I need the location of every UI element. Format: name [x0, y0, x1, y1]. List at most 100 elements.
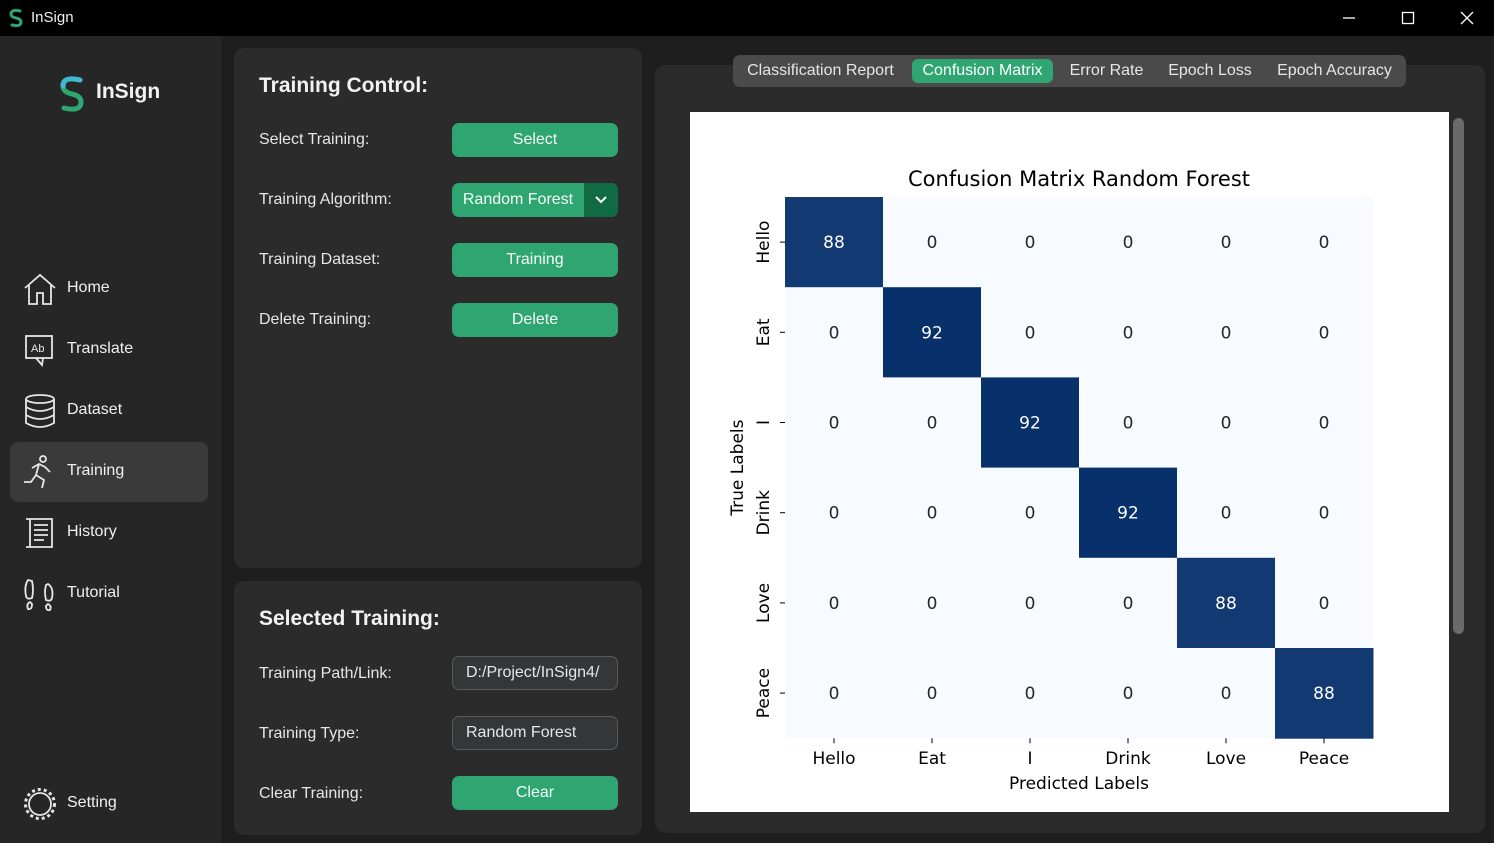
- cell-value-label: 0: [1221, 414, 1232, 434]
- cell-value-label: 0: [1025, 323, 1036, 343]
- y-tick-label: Peace: [754, 668, 774, 718]
- cell-value-label: 0: [829, 504, 840, 524]
- chevron-down-icon: [595, 196, 607, 204]
- y-tick-label: Love: [754, 583, 774, 623]
- sidebar-item-label: Dataset: [67, 401, 123, 418]
- cell-value-label: 0: [1025, 594, 1036, 614]
- close-button[interactable]: [1438, 0, 1494, 36]
- svg-text:Ab: Ab: [31, 343, 44, 355]
- y-tick-label: Eat: [754, 318, 774, 346]
- sidebar-item-translate[interactable]: Ab Translate: [10, 320, 208, 380]
- results-tabbar: Classification Report Confusion Matrix E…: [733, 55, 1406, 87]
- training-path-field[interactable]: D:/Project/InSign4/: [452, 656, 618, 690]
- sidebar-item-label: Training: [67, 462, 125, 479]
- delete-training-label: Delete Training:: [259, 311, 372, 328]
- minimize-button[interactable]: [1320, 0, 1378, 36]
- maximize-button[interactable]: [1379, 0, 1437, 36]
- select-button[interactable]: Select: [452, 123, 618, 157]
- home-icon: [24, 273, 56, 305]
- algorithm-selected-value: Random Forest: [462, 191, 574, 208]
- training-path-label: Training Path/Link:: [259, 665, 392, 682]
- sidebar-item-label: Translate: [67, 340, 134, 357]
- cell-value-label: 88: [1215, 594, 1237, 614]
- cell-value-label: 0: [927, 684, 938, 704]
- sidebar-item-history[interactable]: History: [10, 503, 208, 563]
- tab-epoch-loss[interactable]: Epoch Loss: [1162, 59, 1258, 83]
- cell-value-label: 0: [1025, 684, 1036, 704]
- cell-value-label: 0: [927, 233, 938, 253]
- cell-value-label: 0: [927, 504, 938, 524]
- tab-error-rate[interactable]: Error Rate: [1063, 59, 1150, 83]
- delete-button[interactable]: Delete: [452, 303, 618, 337]
- cell-value-label: 0: [829, 414, 840, 434]
- sidebar-item-tutorial[interactable]: Tutorial: [10, 564, 208, 624]
- cell-value-label: 92: [1117, 504, 1139, 524]
- sidebar-item-label: Home: [67, 279, 110, 296]
- panel-title: Training Control:: [259, 74, 429, 97]
- sidebar-item-setting[interactable]: Setting: [10, 774, 208, 834]
- x-axis-label: Predicted Labels: [1009, 774, 1149, 794]
- sidebar: InSign Home Ab Translate Dataset Trainin…: [0, 36, 221, 843]
- minimize-icon: [1343, 17, 1355, 19]
- running-icon: [24, 455, 51, 489]
- maximize-icon: [1401, 11, 1415, 25]
- title-bar: InSign: [0, 0, 1494, 36]
- cell-value-label: 88: [1313, 684, 1335, 704]
- sidebar-item-dataset[interactable]: Dataset: [10, 381, 208, 441]
- database-icon: [25, 394, 55, 428]
- y-tick-label: Hello: [754, 221, 774, 264]
- x-tick-label: Love: [1206, 749, 1246, 769]
- cell-value-label: 0: [1123, 684, 1134, 704]
- sidebar-item-training[interactable]: Training: [10, 442, 208, 502]
- x-tick-label: Eat: [918, 749, 946, 769]
- x-tick-label: I: [1027, 749, 1032, 769]
- dropdown-arrow-button[interactable]: [584, 183, 618, 217]
- sidebar-item-label: History: [67, 523, 117, 540]
- training-dataset-label: Training Dataset:: [259, 251, 381, 268]
- cell-value-label: 0: [927, 414, 938, 434]
- cell-value-label: 0: [1221, 504, 1232, 524]
- confusion-matrix-plot: Confusion Matrix Random Forest 88 0 0 0 0 0 0 92…: [690, 112, 1449, 812]
- cell-value-label: 92: [1019, 414, 1041, 434]
- app-logo-icon: [9, 8, 23, 28]
- gear-icon: [24, 788, 56, 820]
- cell-value-label: 0: [1025, 504, 1036, 524]
- clear-button[interactable]: Clear: [452, 776, 618, 810]
- cell-value-label: 0: [1123, 323, 1134, 343]
- training-type-label: Training Type:: [259, 725, 360, 742]
- cell-value-label: 0: [1221, 323, 1232, 343]
- sidebar-item-home[interactable]: Home: [10, 259, 208, 319]
- close-icon: [1460, 11, 1474, 25]
- sidebar-logo: InSign: [55, 74, 195, 114]
- cell-value-label: 88: [823, 233, 845, 253]
- algorithm-dropdown[interactable]: Random Forest: [452, 183, 618, 217]
- x-tick-label: Peace: [1299, 749, 1349, 769]
- tab-confusion-matrix[interactable]: Confusion Matrix: [912, 59, 1053, 83]
- sidebar-item-label: Tutorial: [67, 584, 120, 601]
- cell-value-label: 0: [829, 684, 840, 704]
- scroll-icon: [26, 518, 53, 548]
- translate-icon: Ab: [25, 335, 53, 368]
- y-axis-label: True Labels: [728, 419, 748, 516]
- clear-training-label: Clear Training:: [259, 785, 364, 802]
- cell-value-label: 0: [829, 323, 840, 343]
- cell-value-label: 0: [1319, 323, 1330, 343]
- cell-value-label: 0: [1319, 233, 1330, 253]
- cell-value-label: 0: [1319, 504, 1330, 524]
- x-tick-label: Drink: [1105, 749, 1151, 769]
- panel-title: Selected Training:: [259, 607, 440, 630]
- cell-value-label: 0: [1221, 233, 1232, 253]
- footprints-icon: [24, 578, 54, 612]
- tab-classification-report[interactable]: Classification Report: [738, 59, 903, 83]
- insign-logo-icon: [60, 76, 84, 112]
- results-scrollbar[interactable]: [1453, 118, 1464, 634]
- training-dataset-button[interactable]: Training: [452, 243, 618, 277]
- logo-text: InSign: [96, 80, 161, 103]
- cell-value-label: 0: [829, 594, 840, 614]
- tab-epoch-accuracy[interactable]: Epoch Accuracy: [1271, 59, 1398, 83]
- cell-value-label: 0: [1025, 233, 1036, 253]
- training-type-field[interactable]: Random Forest: [452, 716, 618, 750]
- cell-value-label: 0: [1123, 594, 1134, 614]
- y-tick-label: Drink: [754, 490, 774, 536]
- sidebar-item-label: Setting: [67, 794, 117, 811]
